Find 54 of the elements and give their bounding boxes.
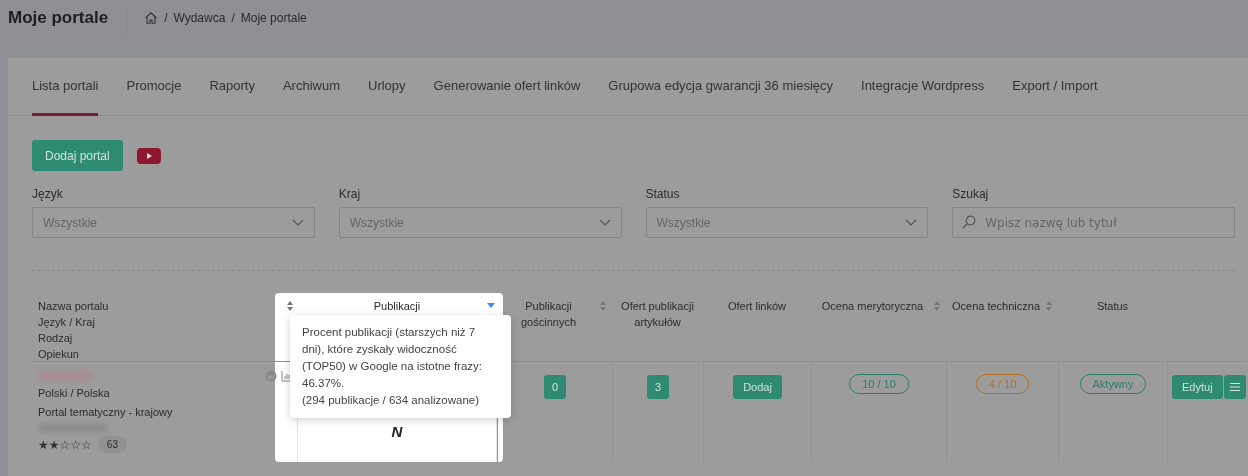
home-icon[interactable] [144,11,159,25]
tab[interactable]: Promocje [126,58,182,116]
column-header: Ofert linków [727,299,787,314]
column-header: Nazwa portalu Język / Kraj Rodzaj Opiekun [38,299,109,362]
breadcrumb-item: Moje portale [240,11,307,25]
column-header: Ocena techniczna [951,299,1041,314]
tab[interactable]: Archiwum [282,58,340,116]
column-header: Publikacji [373,299,421,314]
tab[interactable]: Generowanie ofert linków [433,58,581,116]
tab[interactable]: Lista portali [32,58,99,116]
count-badge[interactable]: 0 [543,375,567,399]
sort-caret-icon[interactable] [487,303,495,308]
tab[interactable]: Urlopy [368,58,406,116]
filter-label: Kraj [338,187,362,201]
filter-label: Szukaj [952,187,990,201]
edit-button[interactable]: Edytuj [1172,375,1223,399]
publication-mark: N [391,423,403,440]
breadcrumb-separator: / [231,11,235,25]
tab[interactable]: Export / Import [1012,58,1098,116]
count-badge[interactable]: 3 [646,375,670,399]
language-country: Polski / Polska [38,386,110,401]
tooltip-detail: (294 publikacje / 634 analizowane) [302,393,481,408]
tab[interactable]: Grupowa edycja gwarancji 36 miesięcy [608,58,833,116]
star-icon: ☆ [81,437,92,452]
search-icon [962,215,977,229]
column-header: Ocena merytoryczna [821,299,924,314]
menu-button[interactable] [1223,375,1246,399]
page-title: Moje portale [8,8,128,34]
add-portal-button[interactable]: Dodaj portal [32,140,123,171]
star-icon: ★ [38,437,49,452]
chevron-down-icon [291,218,304,227]
column-header: Status [1096,299,1129,314]
chevron-down-icon [598,218,611,227]
star-icon: ☆ [59,437,71,452]
breadcrumb-separator: / [164,11,168,25]
tab[interactable]: Integracje Wordpress [861,58,985,116]
star-icon: ☆ [70,437,82,452]
column-header: Publikacji gościnnych [519,299,577,330]
review-count: 63 [97,436,127,453]
bar-chart-icon[interactable] [281,370,293,382]
tab[interactable]: Raporty [209,58,255,116]
column-header: Ofert publikacji artykułów [620,299,695,330]
star-icon: ★ [48,437,60,452]
sort-icon[interactable] [287,301,293,311]
add-link-button[interactable]: Dodaj [733,375,782,399]
video-play-icon[interactable] [136,147,161,164]
filter-label: Status [645,187,681,201]
tooltip-text: Procent publikacji (starszych niż 7 dni), które zyskały widoczność (TOP50) w Google na istotne frazy: 46.37%. [302,325,484,391]
menu-icon [1229,383,1240,391]
wordpress-icon[interactable] [265,370,277,382]
filter-label: Język [32,187,64,201]
breadcrumb-item[interactable]: Wydawca [173,11,226,25]
chevron-down-icon [905,218,918,227]
portal-type: Portal tematyczny - krajowy [38,405,173,420]
